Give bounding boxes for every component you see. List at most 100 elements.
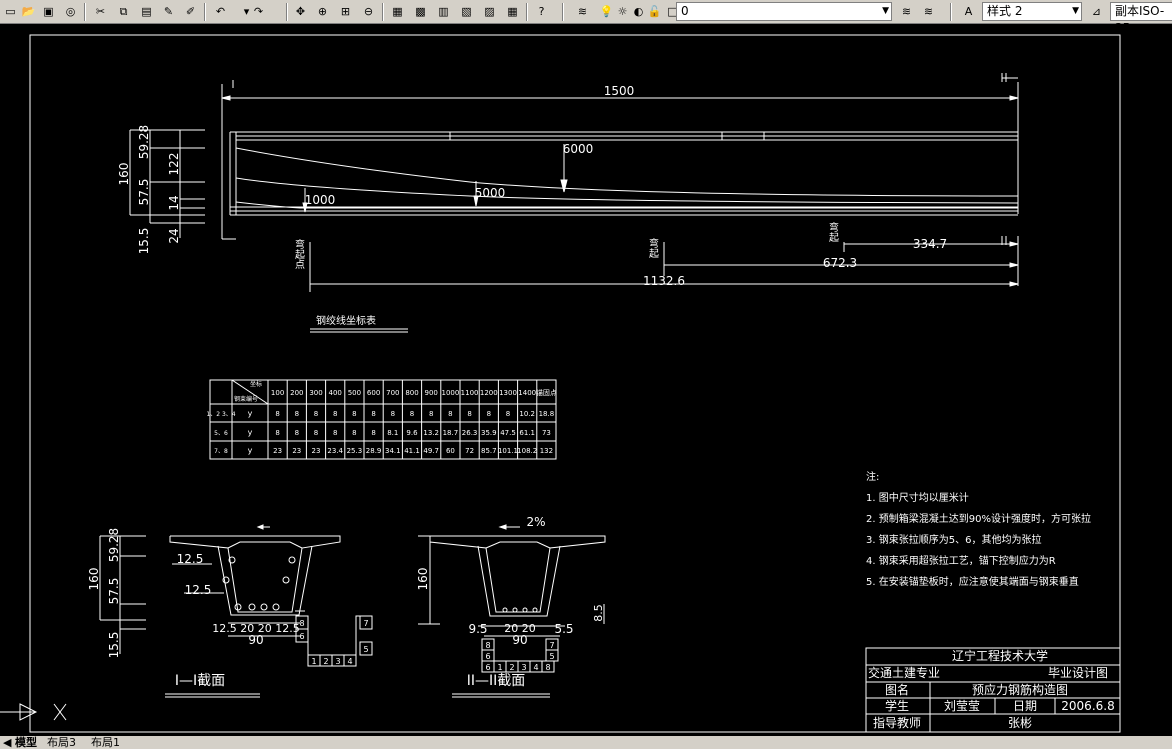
dim-left-57-5: 57.5 [137, 179, 151, 206]
tool-palettes-icon[interactable]: ▥ [435, 3, 452, 20]
table-header-cell: 1300 [499, 389, 517, 397]
save-icon[interactable]: ▣ [40, 3, 57, 20]
bend-label-1: 弯起点 [293, 238, 305, 270]
table-cell: 49.7 [423, 447, 439, 455]
s1-dim-160: 160 [87, 568, 101, 591]
properties-icon[interactable]: ▦ [389, 3, 406, 20]
table-cell: 23 [273, 447, 282, 455]
tab-model[interactable]: 模型 [12, 736, 40, 749]
table-cell: 8 [352, 410, 356, 418]
markup-icon[interactable]: ▨ [481, 3, 498, 20]
table-row-id: 1、2 3、4 [206, 411, 235, 418]
s2-dim-160: 160 [416, 568, 430, 591]
dim-style-icon[interactable]: ⊿ [1088, 3, 1105, 20]
s2-dim-9-5: 9.5 [468, 622, 487, 636]
note-3: 3. 钢束张拉顺序为5、6，其他均为张拉 [866, 533, 1041, 546]
table-title: 钢绞线坐标表 [316, 314, 376, 327]
zoom-window-icon[interactable]: ⊞ [337, 3, 354, 20]
dim-334: 334.7 [913, 237, 947, 251]
grid-cell-label: 1 [497, 663, 502, 672]
tb-teacher-value: 张彬 [1008, 716, 1032, 730]
open-icon[interactable]: 📂 [20, 3, 37, 20]
table-corner-bottom: 钢束编号 [234, 395, 258, 403]
section-1-drawing [99, 524, 341, 698]
make-current-icon[interactable]: ≋ [898, 3, 915, 20]
grid-cell-label: 7 [549, 641, 554, 650]
s2-dim-90: 90 [512, 633, 527, 647]
grid-outline [307, 615, 372, 656]
cut-icon[interactable]: ✂ [92, 3, 109, 20]
text-style-icon[interactable]: A [960, 3, 977, 20]
copy-icon[interactable]: ⧉ [115, 3, 132, 20]
grid-cell-label: 3 [521, 663, 526, 672]
notes-title: 注: [866, 470, 879, 483]
layer-manager-icon[interactable]: ≋ [574, 3, 591, 20]
table-cell: 8 [333, 410, 337, 418]
paste-icon[interactable]: ▤ [138, 3, 155, 20]
block-icon[interactable]: ✐ [182, 3, 199, 20]
grid-cell-label: 8 [485, 641, 490, 650]
grid-cell-label: 4 [347, 657, 352, 666]
dim-left-14: 14 [167, 195, 181, 210]
table-cell: 9.6 [406, 429, 418, 437]
bend-label-2: 弯起 [647, 237, 659, 259]
grid-cell-label: 5 [549, 652, 554, 661]
layer-combo-value: 0 [681, 4, 689, 18]
calculator-icon[interactable]: ▦ [504, 3, 521, 20]
layer-lock-icon: 🔓 [647, 5, 662, 18]
tab-layout1[interactable]: 布局1 [88, 736, 123, 749]
drawing-canvas[interactable]: 1500 6000 5000 1000 160 59.28 57.5 122 1… [0, 24, 1172, 736]
tab-layout3[interactable]: 布局3 [44, 736, 79, 749]
table-cell: 26.3 [462, 429, 478, 437]
table-cell: 28.9 [366, 447, 382, 455]
tb-name-value: 预应力钢筋构造图 [972, 682, 1068, 697]
elevation-view [129, 73, 1019, 292]
dim-total: 1500 [604, 84, 635, 98]
section-1-grid: 8 6 1 2 3 4 7 5 [295, 615, 373, 667]
help-icon[interactable]: ? [533, 3, 550, 20]
publish-icon[interactable]: ◎ [62, 3, 79, 20]
redo-icon[interactable]: ↷ [250, 3, 267, 20]
s1-dim-12-5-b: 12.5 [185, 583, 212, 597]
undo-icon[interactable]: ↶ [212, 3, 229, 20]
table-cell: 23.4 [327, 447, 343, 455]
table-row-var: y [248, 428, 253, 437]
s2-label: II—II截面 [467, 673, 526, 689]
pan-icon[interactable]: ✥ [292, 3, 309, 20]
table-cell: 8 [467, 410, 471, 418]
tb-date-value: 2006.6.8 [1061, 699, 1114, 713]
chevron-down-icon: ▼ [1072, 6, 1079, 16]
design-center-icon[interactable]: ▩ [412, 3, 429, 20]
s2-dim-8-5: 8.5 [592, 604, 605, 622]
layer-combo[interactable]: 0 ▼ [676, 2, 892, 21]
note-4: 4. 钢束采用超张拉工艺，锚下控制应力为R [866, 554, 1056, 567]
table-cell: 13.2 [423, 429, 439, 437]
text-style-combo[interactable]: 样式 2 ▼ [982, 2, 1082, 21]
grid-cell-label: 8 [299, 619, 304, 628]
layer-previous-icon[interactable]: ≋ [920, 3, 937, 20]
table-header-cell: 500 [348, 389, 361, 397]
separator [84, 3, 86, 21]
grid-cell-label: 5 [363, 645, 368, 654]
zoom-previous-icon[interactable]: ⊖ [360, 3, 377, 20]
table-header-cell: 800 [405, 389, 418, 397]
s1-dim-57-5: 57.5 [107, 578, 121, 605]
grid-cell-label: 6 [485, 652, 490, 661]
new-icon[interactable]: ▭ [2, 3, 19, 20]
sheet-set-icon[interactable]: ▧ [458, 3, 475, 20]
table-cell: 132 [540, 447, 553, 455]
dim-style-combo[interactable]: 副本ISO-25 [1110, 2, 1172, 35]
tb-university: 辽宁工程技术大学 [952, 648, 1048, 663]
radius-6000: 6000 [563, 142, 594, 156]
match-properties-icon[interactable]: ✎ [160, 3, 177, 20]
layer-viewport-icon: ◐ [633, 5, 644, 18]
table-cell: 47.5 [500, 429, 516, 437]
grid-cell-label: 6 [299, 632, 304, 641]
separator [562, 3, 564, 21]
tb-date-label: 日期 [1013, 699, 1037, 713]
note-5: 5. 在安装锚垫板时，应注意使其端面与钢束垂直 [866, 575, 1079, 588]
separator [950, 3, 952, 21]
grid-cell-label: 2 [323, 657, 328, 666]
table-header-cell: 1000 [441, 389, 459, 397]
zoom-realtime-icon[interactable]: ⊕ [314, 3, 331, 20]
